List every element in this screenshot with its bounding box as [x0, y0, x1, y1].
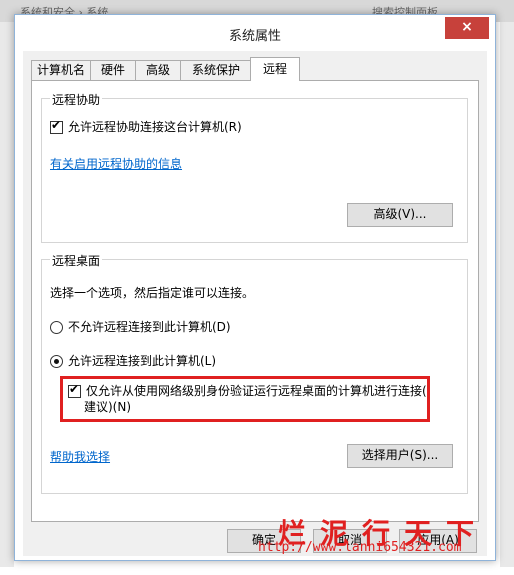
- background-window-left: [0, 22, 14, 567]
- watermark: 烂泥行天下 http://www.lanni654321.com: [258, 516, 498, 560]
- remote-assistance-group: 远程协助 ✔ 允许远程协助连接这台计算机(R) 有关启用远程协助的信息 高级(V)…: [41, 91, 468, 243]
- allow-remote-assistance-label: 允许远程协助连接这台计算机(R): [68, 120, 242, 134]
- allow-remote-label: 允许远程连接到此计算机(L): [68, 354, 217, 368]
- dialog-client-area: 计算机名 硬件 高级 系统保护 远程 远程协助 ✔ 允许远程协助连接这台计算机(R…: [23, 51, 487, 556]
- disallow-remote-radio[interactable]: [50, 321, 63, 334]
- dialog-title: 系统属性: [228, 29, 281, 44]
- advanced-button[interactable]: 高级(V)...: [347, 203, 453, 227]
- allow-remote-option[interactable]: 允许远程连接到此计算机(L): [50, 352, 216, 369]
- allow-remote-assistance-row[interactable]: ✔ 允许远程协助连接这台计算机(R): [50, 118, 242, 135]
- remote-desktop-group: 远程桌面 选择一个选项，然后指定谁可以连接。 不允许远程连接到此计算机(D) 允…: [41, 252, 468, 494]
- allow-remote-assistance-checkbox[interactable]: ✔: [50, 118, 63, 134]
- nla-option-row[interactable]: ✔ 仅允许从使用网络级别身份验证运行远程桌面的计算机进行连接(: [68, 382, 427, 399]
- checkmark-icon: ✔: [69, 382, 80, 396]
- radio-selected-dot: [54, 359, 59, 364]
- title-bar: 系统属性 ×: [15, 15, 495, 51]
- remote-desktop-instruction: 选择一个选项，然后指定谁可以连接。: [50, 286, 255, 300]
- tab-system-protection[interactable]: 系统保护: [180, 60, 252, 80]
- help-me-choose-link[interactable]: 帮助我选择: [50, 448, 110, 465]
- checkmark-icon: ✔: [51, 118, 62, 132]
- tab-remote[interactable]: 远程: [250, 57, 300, 81]
- close-icon: ×: [461, 19, 473, 35]
- close-button[interactable]: ×: [445, 17, 489, 39]
- tab-advanced[interactable]: 高级: [135, 60, 181, 80]
- allow-remote-radio[interactable]: [50, 355, 63, 368]
- system-properties-dialog: 系统属性 × 计算机名 硬件 高级 系统保护 远程 远程协助 ✔ 允许远程协助连接…: [14, 14, 496, 561]
- remote-desktop-title: 远程桌面: [50, 252, 103, 269]
- background-window-right: [500, 22, 514, 567]
- remote-assistance-info-link[interactable]: 有关启用远程协助的信息: [50, 155, 182, 172]
- remote-assistance-title: 远程协助: [50, 91, 103, 108]
- select-users-button[interactable]: 选择用户(S)...: [347, 444, 453, 468]
- nla-label-line2: 建议)(N): [84, 400, 132, 414]
- nla-label-line1: 仅允许从使用网络级别身份验证运行远程桌面的计算机进行连接(: [86, 384, 427, 398]
- tab-hardware[interactable]: 硬件: [90, 60, 136, 80]
- remote-tab-panel: 远程协助 ✔ 允许远程协助连接这台计算机(R) 有关启用远程协助的信息 高级(V)…: [31, 80, 479, 522]
- nla-checkbox[interactable]: ✔: [68, 382, 81, 398]
- disallow-remote-option[interactable]: 不允许远程连接到此计算机(D): [50, 318, 231, 335]
- watermark-url: http://www.lanni654321.com: [258, 540, 462, 555]
- tab-computer-name[interactable]: 计算机名: [31, 60, 91, 80]
- disallow-remote-label: 不允许远程连接到此计算机(D): [68, 320, 231, 334]
